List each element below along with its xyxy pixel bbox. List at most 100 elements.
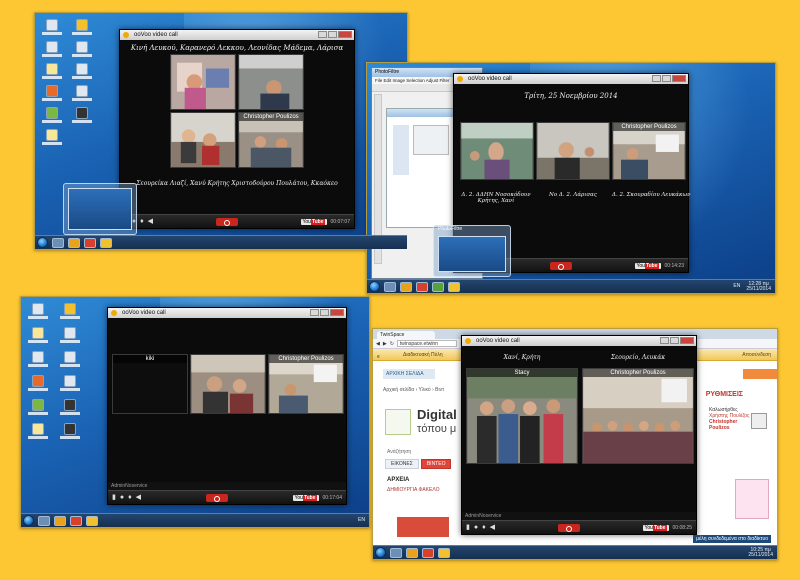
desktop-icon[interactable] <box>41 107 63 123</box>
start-button[interactable] <box>23 515 34 526</box>
end-call-button[interactable] <box>205 493 228 502</box>
browser-tab[interactable]: TwinSpace <box>377 331 435 339</box>
desktop-icon[interactable] <box>59 327 81 343</box>
language-indicator[interactable]: EN <box>733 284 740 289</box>
desktop-icon[interactable] <box>27 351 49 367</box>
video-tile[interactable]: Christopher Poulizos <box>612 122 686 180</box>
speaker-icon[interactable]: ◀ <box>490 524 495 531</box>
video-tile[interactable] <box>238 54 304 110</box>
video-tile[interactable]: Christopher Poulizos <box>268 354 344 414</box>
close-button[interactable] <box>672 75 686 82</box>
microphone-icon[interactable]: ♦ <box>128 494 132 501</box>
end-call-button[interactable] <box>549 261 572 270</box>
oovoo-taskbar-icon[interactable] <box>448 281 460 292</box>
desktop-icon[interactable] <box>41 63 63 79</box>
maximize-button[interactable] <box>662 75 671 82</box>
maximize-button[interactable] <box>320 309 329 316</box>
video-tile[interactable] <box>460 122 534 180</box>
explorer-icon[interactable] <box>38 515 50 526</box>
tab-images[interactable]: ΕΙΚΟΝΕΣ <box>385 459 419 469</box>
end-call-button[interactable] <box>557 523 580 532</box>
media-player-icon[interactable] <box>406 547 418 558</box>
youtube-button[interactable]: YouTube <box>300 218 327 225</box>
taskbar-thumbnail-preview[interactable] <box>63 183 137 235</box>
microphone-icon[interactable]: ♦ <box>482 524 486 531</box>
home-nav[interactable]: ΑΡΧΙΚΗ ΣΕΛΙΔΑ <box>383 369 435 379</box>
desktop-icon[interactable] <box>59 399 81 415</box>
header-link[interactable]: Διαδικτυακή Πύλη <box>403 349 443 361</box>
minimize-button[interactable] <box>310 309 319 316</box>
youtube-button[interactable]: YouTube <box>292 494 319 501</box>
notification-toast[interactable]: μέλη συνδεδεμένα στο διαδίκτυο <box>693 535 771 543</box>
close-button[interactable] <box>330 309 344 316</box>
desktop-icon[interactable] <box>27 327 49 343</box>
close-button[interactable] <box>680 337 694 344</box>
desktop-icon[interactable] <box>71 85 93 101</box>
explorer-icon[interactable] <box>384 281 396 292</box>
taskbar-thumbnail-preview[interactable]: PhotoFiltre <box>433 225 511 277</box>
desktop-icon[interactable] <box>41 19 63 35</box>
minimize-button[interactable] <box>660 337 669 344</box>
oovoo-taskbar-icon[interactable] <box>86 515 98 526</box>
chrome-icon[interactable] <box>422 547 434 558</box>
tab-video[interactable]: ΒΙΝΤΕΟ <box>420 459 452 469</box>
desktop-icon[interactable] <box>41 129 63 145</box>
video-tile[interactable] <box>536 122 610 180</box>
camera-icon[interactable]: ● <box>474 524 478 531</box>
start-button[interactable] <box>375 547 386 558</box>
clock[interactable]: 12:28 πμ 25/11/2014 <box>746 281 771 292</box>
maximize-button[interactable] <box>328 31 337 38</box>
video-tile[interactable] <box>170 54 236 110</box>
document-preview[interactable] <box>735 479 769 519</box>
youtube-button[interactable]: YouTube <box>642 524 669 531</box>
microphone-icon[interactable]: ♦ <box>140 218 144 225</box>
breadcrumb[interactable]: Αρχική σελίδα › Υλικό › Βιντ <box>383 387 444 393</box>
close-button[interactable] <box>338 31 352 38</box>
desktop-icon[interactable] <box>59 351 81 367</box>
chrome-icon[interactable] <box>84 237 96 248</box>
etwinning-logo[interactable]: e <box>377 351 380 363</box>
avatar[interactable] <box>751 413 767 429</box>
desktop-icon[interactable] <box>71 41 93 57</box>
desktop-icon[interactable] <box>59 423 81 439</box>
video-tile[interactable]: Christopher Poulizos <box>238 112 304 168</box>
reload-icon[interactable]: ↻ <box>390 341 394 347</box>
chrome-icon[interactable] <box>70 515 82 526</box>
desktop-icon[interactable] <box>41 41 63 57</box>
explorer-icon[interactable] <box>390 547 402 558</box>
desktop-icon[interactable] <box>27 423 49 439</box>
back-icon[interactable]: ◀ <box>376 341 380 347</box>
desktop-icon[interactable] <box>27 303 49 319</box>
desktop-icon[interactable] <box>59 375 81 391</box>
start-button[interactable] <box>37 237 48 248</box>
media-player-icon[interactable] <box>68 237 80 248</box>
desktop-icon[interactable] <box>71 19 93 35</box>
oovoo-taskbar-icon[interactable] <box>438 547 450 558</box>
oovoo-taskbar-icon[interactable] <box>100 237 112 248</box>
video-tile[interactable]: Stacy <box>466 368 578 464</box>
desktop-icon[interactable] <box>27 399 49 415</box>
youtube-button[interactable]: YouTube <box>634 262 661 269</box>
settings-title[interactable]: ΡΥΘΜΙΣΕΙΣ <box>706 391 743 398</box>
video-tile[interactable]: Christopher Poulizos <box>582 368 694 464</box>
language-indicator[interactable]: EN <box>358 518 365 523</box>
end-call-button[interactable] <box>215 217 238 226</box>
chrome-icon[interactable] <box>416 281 428 292</box>
maximize-button[interactable] <box>670 337 679 344</box>
desktop-icon[interactable] <box>71 63 93 79</box>
logout-link[interactable]: Αποσύνδεση <box>742 349 771 361</box>
minimize-button[interactable] <box>318 31 327 38</box>
forward-icon[interactable]: ▶ <box>383 341 387 347</box>
desktop-icon[interactable] <box>71 107 93 123</box>
minimize-button[interactable] <box>652 75 661 82</box>
media-player-icon[interactable] <box>54 515 66 526</box>
speaker-icon[interactable]: ◀ <box>148 218 153 225</box>
video-tile[interactable] <box>170 112 236 168</box>
folder-thumbnail[interactable] <box>397 517 449 537</box>
desktop-icon[interactable] <box>59 303 81 319</box>
media-player-icon[interactable] <box>400 281 412 292</box>
photofiltre-taskbar-icon[interactable] <box>432 281 444 292</box>
clock[interactable]: 10:25 πμ 25/11/2014 <box>748 547 773 558</box>
camera-icon[interactable]: ● <box>120 494 124 501</box>
explorer-icon[interactable] <box>52 237 64 248</box>
